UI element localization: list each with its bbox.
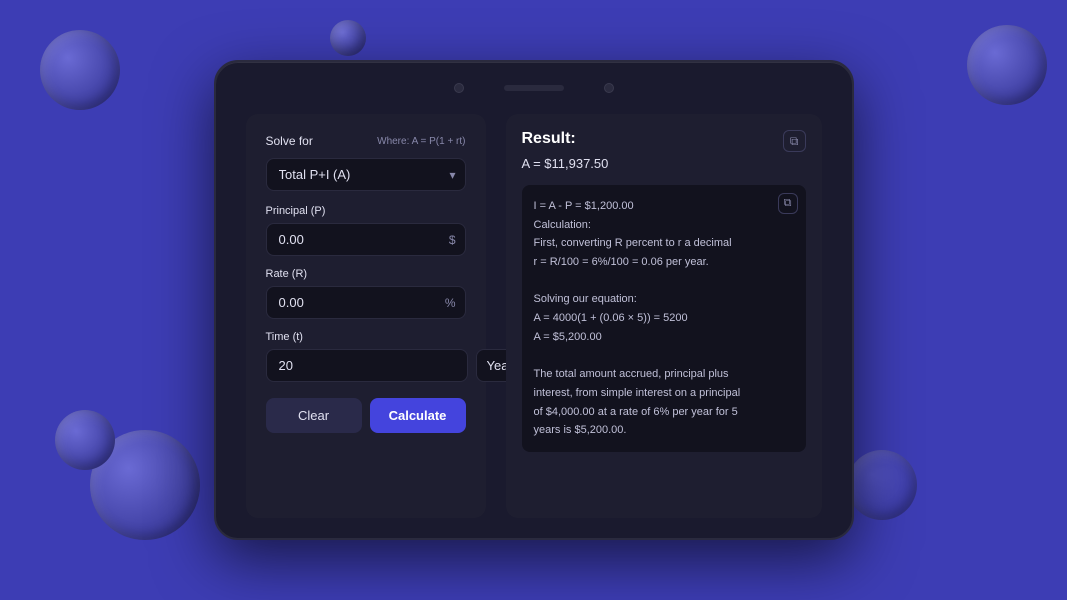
tablet-microphone xyxy=(604,83,614,93)
result-detail-box: ⧉ I = A - P = $1,200.00 Calculation: Fir… xyxy=(522,185,806,452)
detail-line3: First, converting R percent to r a decim… xyxy=(534,237,732,249)
formula-label: Where: A = P(1 + rt) xyxy=(377,136,465,147)
clear-button[interactable]: Clear xyxy=(266,398,362,433)
background-bubble-bl2 xyxy=(55,410,115,470)
principal-input-wrapper: $ xyxy=(266,223,466,256)
rate-label: Rate (R) xyxy=(266,268,466,280)
detail-line4: r = R/100 = 6%/100 = 0.06 per year. xyxy=(534,256,709,268)
solve-for-header: Solve for Where: A = P(1 + rt) xyxy=(266,134,466,148)
result-header: Result: ⧉ xyxy=(522,130,806,152)
calculate-button[interactable]: Calculate xyxy=(370,398,466,433)
tablet-speaker xyxy=(504,85,564,91)
detail-line12: of $4,000.00 at a rate of 6% per year fo… xyxy=(534,406,738,418)
detail-line2: Calculation: xyxy=(534,219,591,231)
tablet-device: Solve for Where: A = P(1 + rt) Total P+I… xyxy=(214,60,854,540)
tablet-top-bar xyxy=(216,62,852,114)
solve-for-select-wrapper[interactable]: Total P+I (A) Principal (P) Rate (R) Tim… xyxy=(266,158,466,191)
result-main-value: A = $11,937.50 xyxy=(522,156,806,171)
detail-line13: years is $5,200.00. xyxy=(534,424,627,436)
background-bubble-br xyxy=(847,450,917,520)
result-title: Result: xyxy=(522,130,576,148)
background-bubble-tl xyxy=(40,30,120,110)
time-row: Years Months ▾ xyxy=(266,349,466,382)
detail-line7: A = 4000(1 + (0.06 × 5)) = 5200 xyxy=(534,312,688,324)
detail-line6: Solving our equation: xyxy=(534,293,637,305)
tablet-content: Solve for Where: A = P(1 + rt) Total P+I… xyxy=(216,114,852,538)
copy-result-button[interactable]: ⧉ xyxy=(783,130,806,152)
time-field-group: Time (t) Years Months ▾ xyxy=(266,331,466,382)
detail-line8: A = $5,200.00 xyxy=(534,331,602,343)
rate-field-group: Rate (R) % xyxy=(266,268,466,319)
result-detail-text: I = A - P = $1,200.00 Calculation: First… xyxy=(534,197,794,440)
detail-line10: The total amount accrued, principal plus xyxy=(534,368,729,380)
solve-for-select[interactable]: Total P+I (A) Principal (P) Rate (R) Tim… xyxy=(266,158,466,191)
calculator-panel: Solve for Where: A = P(1 + rt) Total P+I… xyxy=(246,114,486,518)
principal-field-group: Principal (P) $ xyxy=(266,205,466,256)
solve-for-label: Solve for xyxy=(266,134,313,148)
buttons-row: Clear Calculate xyxy=(266,398,466,433)
principal-input[interactable] xyxy=(266,223,466,256)
detail-line1: I = A - P = $1,200.00 xyxy=(534,200,634,212)
rate-input-wrapper: % xyxy=(266,286,466,319)
result-panel: Result: ⧉ A = $11,937.50 ⧉ I = A - P = $… xyxy=(506,114,822,518)
rate-input[interactable] xyxy=(266,286,466,319)
background-bubble-tc xyxy=(330,20,366,56)
principal-label: Principal (P) xyxy=(266,205,466,217)
time-input[interactable] xyxy=(266,349,468,382)
detail-line11: interest, from simple interest on a prin… xyxy=(534,387,741,399)
background-bubble-tr xyxy=(967,25,1047,105)
copy-detail-button[interactable]: ⧉ xyxy=(778,193,798,214)
principal-suffix: $ xyxy=(449,233,456,247)
rate-suffix: % xyxy=(445,296,456,310)
time-label: Time (t) xyxy=(266,331,466,343)
tablet-camera xyxy=(454,83,464,93)
